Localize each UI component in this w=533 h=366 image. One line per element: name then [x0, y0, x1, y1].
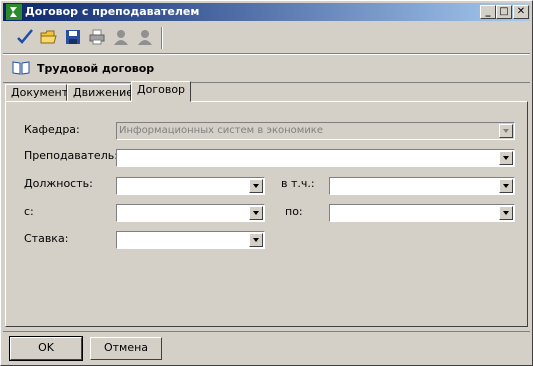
position-label: Должность: — [24, 177, 93, 190]
cancel-button[interactable]: Отмена — [90, 337, 162, 360]
chevron-down-icon[interactable] — [499, 151, 513, 165]
minimize-button[interactable]: _ — [480, 5, 496, 19]
person-icon[interactable] — [111, 27, 131, 47]
title-bar[interactable]: Договор с преподавателем _ □ ✕ — [3, 3, 530, 21]
tab-contract[interactable]: Договор — [131, 81, 191, 102]
from-label: с: — [24, 205, 34, 218]
position-select[interactable] — [116, 177, 265, 195]
teacher-label: Преподаватель: — [24, 149, 118, 162]
to-date-select[interactable] — [329, 204, 515, 222]
ok-button[interactable]: OK — [9, 336, 83, 361]
chevron-down-icon[interactable] — [499, 179, 513, 193]
chevron-down-icon[interactable] — [249, 206, 263, 220]
close-button[interactable]: ✕ — [513, 5, 529, 19]
including-select[interactable] — [329, 177, 515, 195]
book-icon — [12, 61, 30, 75]
toolbar — [3, 23, 530, 54]
department-label: Кафедра: — [24, 123, 80, 136]
section-header: Трудовой договор — [3, 54, 530, 83]
including-label: в т.ч.: — [281, 177, 315, 190]
person-icon[interactable] — [135, 27, 155, 47]
button-bar: OK Отмена — [3, 331, 530, 364]
save-icon[interactable] — [63, 27, 83, 47]
rate-label: Ставка: — [24, 232, 69, 245]
app-icon — [6, 4, 22, 20]
window-title: Договор с преподавателем — [25, 5, 200, 18]
check-icon[interactable] — [15, 27, 35, 47]
tab-document[interactable]: Документ — [5, 84, 68, 101]
open-folder-icon[interactable] — [39, 27, 59, 47]
print-icon[interactable] — [87, 27, 107, 47]
rate-select[interactable] — [116, 231, 265, 249]
toolbar-separator — [161, 27, 163, 49]
teacher-select[interactable] — [116, 149, 515, 167]
department-select: Информационных систем в экономике — [116, 122, 515, 140]
chevron-down-icon — [499, 124, 513, 138]
tab-movement[interactable]: Движение — [67, 84, 133, 101]
chevron-down-icon[interactable] — [249, 179, 263, 193]
dialog-window: Договор с преподавателем _ □ ✕ Трудовой … — [0, 0, 533, 366]
department-value: Информационных систем в экономике — [119, 125, 324, 136]
section-title: Трудовой договор — [37, 62, 155, 75]
from-date-select[interactable] — [116, 204, 265, 222]
to-label: по: — [285, 205, 303, 218]
chevron-down-icon[interactable] — [499, 206, 513, 220]
maximize-button[interactable]: □ — [496, 5, 512, 19]
chevron-down-icon[interactable] — [249, 233, 263, 247]
contract-panel: Кафедра: Информационных систем в экономи… — [5, 101, 528, 327]
